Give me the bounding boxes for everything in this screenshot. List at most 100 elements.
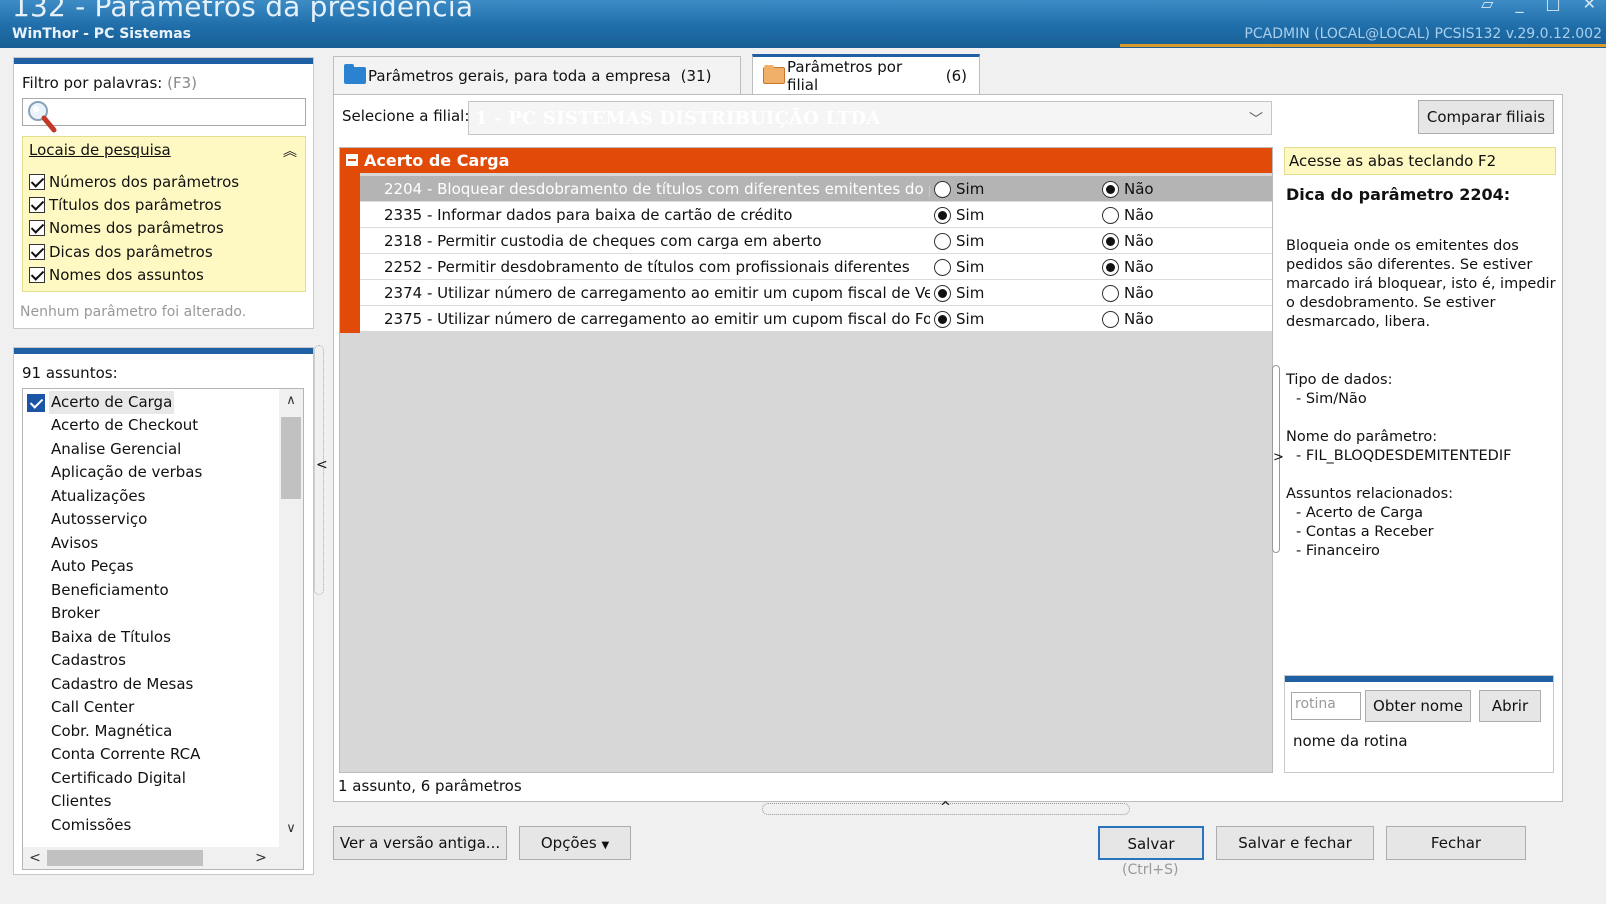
list-item[interactable]: Certificado Digital bbox=[51, 767, 186, 790]
table-row[interactable]: 2375 - Utilizar número de carregamento a… bbox=[360, 306, 1272, 332]
radio-no[interactable] bbox=[1102, 311, 1119, 328]
list-item[interactable]: Acerto de Checkout bbox=[51, 414, 198, 437]
maximize-icon[interactable]: □ bbox=[1545, 0, 1560, 13]
branch-select[interactable]: 1 - PC SISTEMAS DISTRIBUIÇÃO LTDA ﹀ bbox=[468, 101, 1272, 135]
list-item[interactable]: Auto Peças bbox=[51, 555, 134, 578]
list-item[interactable]: Beneficiamento bbox=[51, 579, 169, 602]
radio-yes[interactable] bbox=[934, 181, 951, 198]
option-parameter-tips[interactable]: Dicas dos parâmetros bbox=[29, 241, 213, 263]
table-row[interactable]: 2204 - Bloquear desdobramento de títulos… bbox=[360, 176, 1272, 202]
open-button[interactable]: Abrir bbox=[1479, 690, 1541, 722]
chevron-down-icon[interactable]: ﹀ bbox=[1249, 109, 1263, 129]
list-item[interactable]: Avisos bbox=[51, 532, 98, 555]
branch-value: 1 - PC SISTEMAS DISTRIBUIÇÃO LTDA bbox=[475, 108, 881, 129]
search-icon bbox=[28, 101, 57, 133]
subjects-list[interactable]: Acerto de Carga Acerto de Checkout Anali… bbox=[22, 388, 304, 870]
compare-branches-button[interactable]: Comparar filiais bbox=[1418, 100, 1554, 134]
radio-yes[interactable] bbox=[934, 233, 951, 250]
list-item[interactable]: Atualizações bbox=[51, 485, 145, 508]
list-item[interactable]: Baixa de Títulos bbox=[51, 626, 171, 649]
checkbox-checked-icon[interactable] bbox=[29, 174, 45, 190]
checkbox-checked-icon[interactable] bbox=[29, 220, 45, 236]
list-item[interactable]: Conta Corrente RCA bbox=[51, 743, 200, 766]
save-shortcut: (Ctrl+S) bbox=[1122, 862, 1179, 878]
window-title: 132 - Parâmetros da presidência bbox=[12, 0, 474, 23]
list-item[interactable]: Comissões bbox=[51, 814, 131, 837]
collapse-up-icon[interactable]: ^ bbox=[940, 800, 951, 815]
user-info: PCADMIN (LOCAL@LOCAL) PCSIS132 v.29.0.12… bbox=[1244, 26, 1602, 42]
table-row[interactable]: 2318 - Permitir custodia de cheques com … bbox=[360, 228, 1272, 254]
collapse-up-icon[interactable]: ︽ bbox=[283, 141, 297, 161]
collapse-minus-icon[interactable] bbox=[346, 154, 358, 166]
search-input[interactable] bbox=[22, 98, 306, 133]
list-item[interactable]: Acerto de Carga bbox=[49, 391, 175, 414]
scroll-left-icon[interactable]: < bbox=[23, 847, 47, 869]
list-item[interactable]: Aplicação de verbas bbox=[51, 461, 202, 484]
list-item[interactable]: Cadastro de Mesas bbox=[51, 673, 193, 696]
list-item[interactable]: Cobr. Magnética bbox=[51, 720, 172, 743]
param-name-value: - FIL_BLOQDESDEMITENTEDIF bbox=[1296, 448, 1512, 464]
list-item[interactable]: Autosserviço bbox=[51, 508, 147, 531]
table-row[interactable]: 2335 - Informar dados para baixa de cart… bbox=[360, 202, 1272, 228]
option-parameter-titles[interactable]: Títulos dos parâmetros bbox=[29, 194, 222, 216]
minimize-icon[interactable]: _ bbox=[1515, 0, 1523, 13]
radio-yes[interactable] bbox=[934, 259, 951, 276]
list-item[interactable]: Cadastros bbox=[51, 649, 126, 672]
search-locations-title[interactable]: Locais de pesquisa bbox=[29, 141, 171, 159]
scroll-down-icon[interactable]: ∨ bbox=[279, 821, 303, 836]
param-name-label: Nome do parâmetro: bbox=[1286, 429, 1438, 445]
tab-general-parameters[interactable]: Parâmetros gerais, para toda a empresa (3… bbox=[333, 56, 741, 94]
option-parameter-numbers[interactable]: Números dos parâmetros bbox=[29, 171, 239, 193]
radio-no[interactable] bbox=[1102, 207, 1119, 224]
title-accent-line bbox=[1120, 44, 1606, 47]
option-parameter-names[interactable]: Nomes dos parâmetros bbox=[29, 217, 224, 239]
list-item[interactable]: Analise Gerencial bbox=[51, 438, 181, 461]
collapse-left-icon[interactable]: < bbox=[316, 457, 328, 473]
scroll-up-icon[interactable]: ∧ bbox=[279, 393, 303, 408]
checkbox-checked-icon[interactable] bbox=[29, 267, 45, 283]
group-header[interactable]: Acerto de Carga bbox=[340, 148, 1272, 173]
table-row[interactable]: 2374 - Utilizar número de carregamento a… bbox=[360, 280, 1272, 306]
list-item[interactable]: Broker bbox=[51, 602, 100, 625]
subjects-panel: 91 assuntos: Acerto de Carga Acerto de C… bbox=[13, 347, 314, 875]
checkbox-checked-icon[interactable] bbox=[29, 197, 45, 213]
expand-right-icon[interactable]: > bbox=[1273, 450, 1284, 465]
close-icon[interactable]: ✕ bbox=[1583, 0, 1596, 13]
scroll-thumb[interactable] bbox=[281, 417, 301, 499]
options-button[interactable]: Opções ▼ bbox=[519, 826, 631, 860]
get-name-button[interactable]: Obter nome bbox=[1365, 690, 1471, 722]
radio-no[interactable] bbox=[1102, 259, 1119, 276]
routine-lookup-panel: rotina Obter nome Abrir nome da rotina bbox=[1284, 675, 1554, 773]
related-subject: - Contas a Receber bbox=[1296, 524, 1434, 540]
radio-no[interactable] bbox=[1102, 285, 1119, 302]
list-item[interactable]: Clientes bbox=[51, 790, 111, 813]
routine-input[interactable]: rotina bbox=[1291, 692, 1361, 720]
scroll-thumb[interactable] bbox=[47, 850, 203, 866]
radio-yes[interactable] bbox=[934, 207, 951, 224]
vertical-scrollbar[interactable]: ∧ ∨ bbox=[279, 389, 303, 849]
save-button[interactable]: Salvar bbox=[1098, 826, 1204, 860]
tip-banner: Acesse as abas teclando F2 bbox=[1284, 147, 1556, 175]
folder-icon bbox=[344, 64, 366, 84]
tab-branch-parameters[interactable]: Parâmetros por filial (6) bbox=[752, 54, 980, 94]
subject-checked-icon[interactable] bbox=[27, 394, 45, 412]
scroll-right-icon[interactable]: > bbox=[249, 847, 273, 869]
old-version-button[interactable]: Ver a versão antiga... bbox=[333, 826, 507, 860]
list-item[interactable]: Call Center bbox=[51, 696, 134, 719]
close-button[interactable]: Fechar bbox=[1386, 826, 1526, 860]
parameters-grid: Acerto de Carga 2204 - Bloquear desdobra… bbox=[339, 147, 1273, 773]
search-locations-box: Locais de pesquisa ︽ Números dos parâmet… bbox=[22, 136, 306, 292]
horizontal-scrollbar[interactable]: < > bbox=[23, 847, 303, 869]
data-type-label: Tipo de dados: bbox=[1286, 372, 1393, 388]
routine-name: nome da rotina bbox=[1293, 732, 1408, 750]
radio-no[interactable] bbox=[1102, 233, 1119, 250]
radio-no[interactable] bbox=[1102, 181, 1119, 198]
option-subject-names[interactable]: Nomes dos assuntos bbox=[29, 264, 204, 286]
radio-yes[interactable] bbox=[934, 311, 951, 328]
checkbox-checked-icon[interactable] bbox=[29, 244, 45, 260]
radio-yes[interactable] bbox=[934, 285, 951, 302]
related-subject: - Financeiro bbox=[1296, 543, 1380, 559]
table-row[interactable]: 2252 - Permitir desdobramento de títulos… bbox=[360, 254, 1272, 280]
restore-icon[interactable]: ▱ bbox=[1481, 0, 1493, 13]
save-close-button[interactable]: Salvar e fechar bbox=[1216, 826, 1374, 860]
